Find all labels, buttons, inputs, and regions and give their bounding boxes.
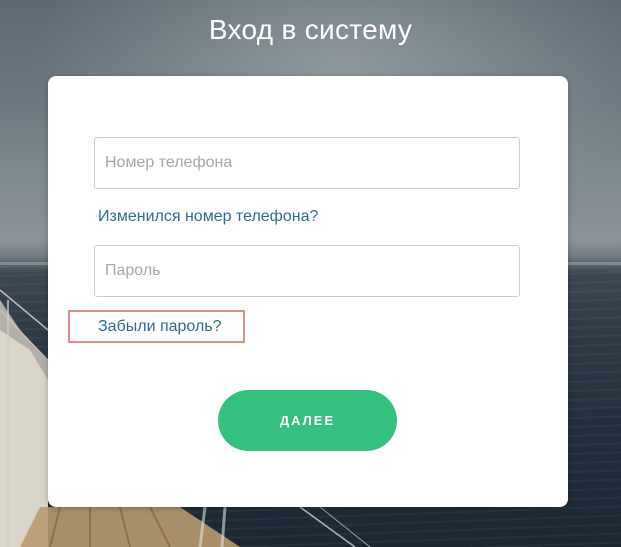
password-input[interactable]	[94, 245, 520, 297]
page-title: Вход в систему	[208, 14, 413, 45]
forgot-password-link[interactable]: Забыли пароль?	[98, 318, 222, 336]
login-card: Изменился номер телефона? Забыли пароль?…	[48, 76, 568, 507]
next-button[interactable]: ДАЛЕЕ	[218, 390, 397, 451]
changed-phone-link[interactable]: Изменился номер телефона?	[98, 208, 318, 226]
phone-number-input[interactable]	[94, 137, 520, 189]
